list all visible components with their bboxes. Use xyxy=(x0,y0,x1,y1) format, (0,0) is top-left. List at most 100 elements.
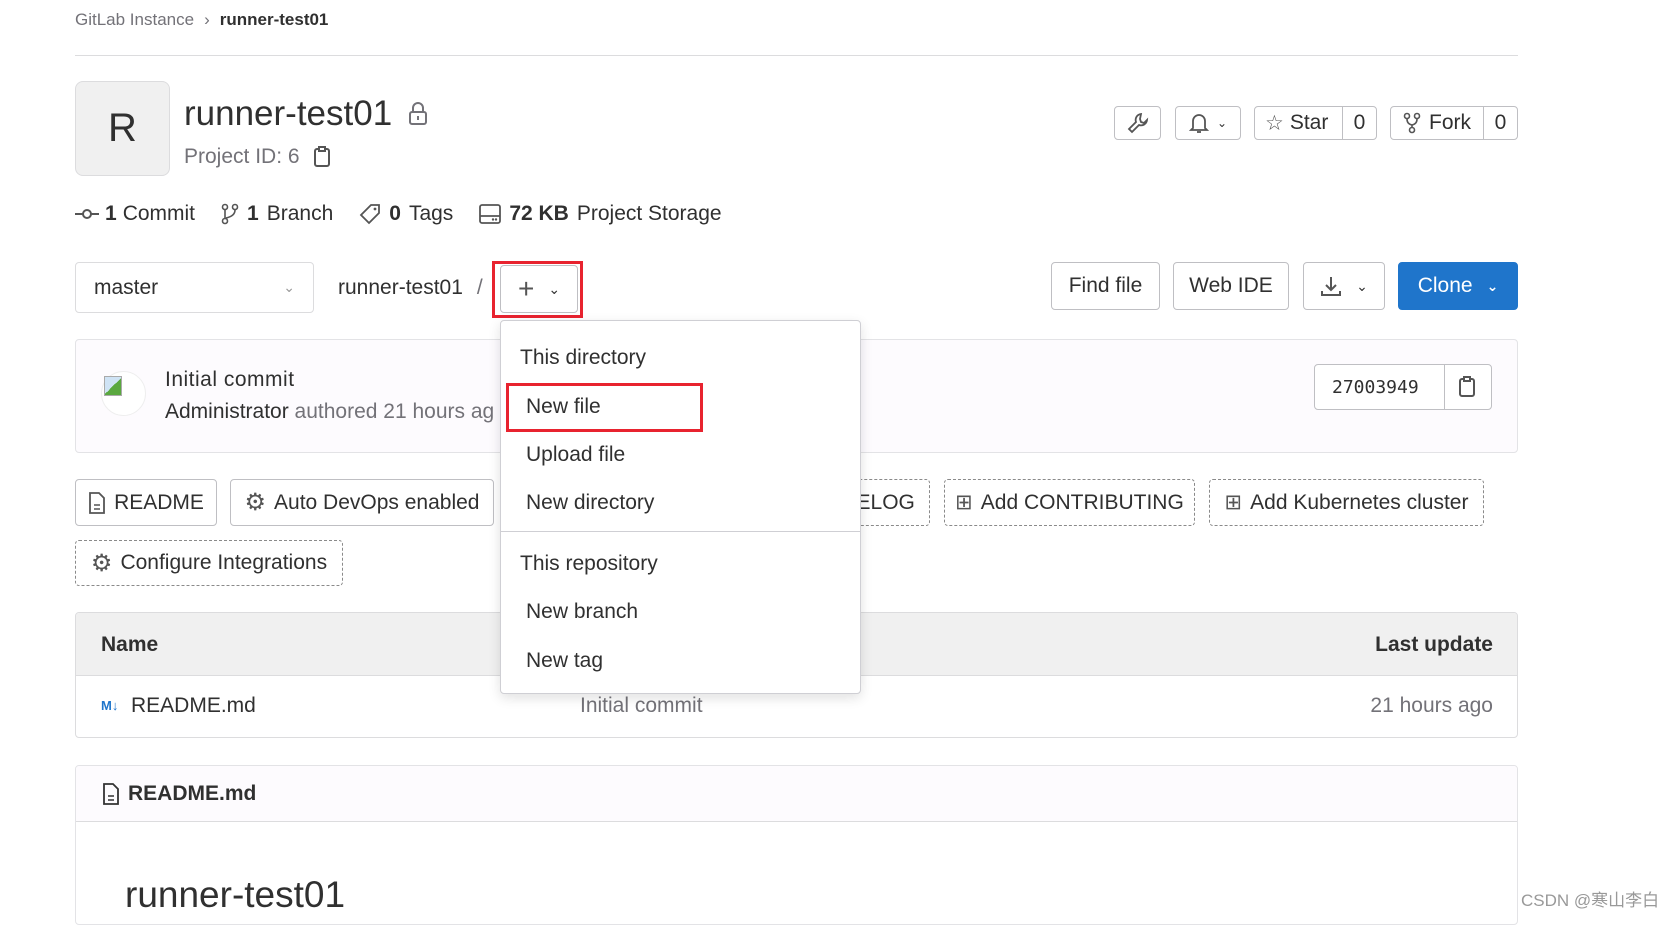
project-name: runner-test01 xyxy=(184,94,393,133)
commit-icon xyxy=(75,207,99,221)
breadcrumb-current[interactable]: runner-test01 xyxy=(220,10,329,30)
download-button[interactable]: ⌄ xyxy=(1303,262,1385,310)
stat-label: Tags xyxy=(408,202,454,225)
star-button[interactable]: ☆ Star 0 xyxy=(1254,106,1377,140)
contributing-label: Add CONTRIBUTING xyxy=(980,490,1184,514)
web-ide-label: Web IDE xyxy=(1189,274,1273,297)
readme-filename[interactable]: README.md xyxy=(128,782,256,806)
stat-label: Branch xyxy=(266,202,334,225)
gear-icon: ⚙ xyxy=(244,489,267,516)
fork-label: Fork xyxy=(1429,111,1471,134)
plus-square-icon: ⊞ xyxy=(1224,491,1243,514)
project-id: Project ID: 6 xyxy=(184,145,332,169)
branch-icon xyxy=(221,203,239,225)
chevron-down-icon: ⌄ xyxy=(283,279,295,295)
file-name[interactable]: README.md xyxy=(131,694,256,718)
broken-image-icon xyxy=(104,376,122,396)
find-file-label: Find file xyxy=(1068,274,1143,297)
web-ide-button[interactable]: Web IDE xyxy=(1173,262,1289,310)
tag-icon xyxy=(359,203,381,225)
path-separator: / xyxy=(476,276,483,299)
commit-author[interactable]: Administrator xyxy=(165,400,289,423)
storage-icon xyxy=(479,204,502,224)
kubernetes-label: Add Kubernetes cluster xyxy=(1250,490,1469,514)
readme-heading: runner-test01 xyxy=(125,874,346,915)
project-stats: 1 Commit 1 Branch 0 Tags 72 KB Project Stora… xyxy=(75,202,722,226)
sha-text: 27003949 xyxy=(1332,376,1419,398)
stat-branches[interactable]: 1 Branch xyxy=(221,202,333,226)
dropdown-divider xyxy=(501,531,860,532)
commit-meta: Administrator authored 21 hours ag xyxy=(165,400,494,424)
highlight-box xyxy=(506,383,703,432)
stat-label: Project Storage xyxy=(576,202,722,225)
add-kubernetes-button[interactable]: ⊞ Add Kubernetes cluster xyxy=(1209,479,1484,526)
readme-panel: README.md runner-test01 xyxy=(75,765,1518,925)
breadcrumb: GitLab Instance › runner-test01 xyxy=(75,10,328,30)
bell-icon xyxy=(1188,112,1209,134)
author-avatar[interactable] xyxy=(101,371,146,416)
commit-sha[interactable]: 27003949 xyxy=(1314,364,1492,410)
dropdown-section-header: This repository xyxy=(520,552,658,575)
find-file-button[interactable]: Find file xyxy=(1051,262,1160,310)
branch-selector[interactable]: master ⌄ xyxy=(75,262,314,313)
copy-icon[interactable] xyxy=(313,146,332,168)
stat-number: 1 xyxy=(105,202,117,225)
project-title: runner-test01 xyxy=(184,94,428,134)
wrench-icon xyxy=(1127,112,1149,134)
menu-item-new-branch[interactable]: New branch xyxy=(526,600,638,624)
project-id-label: Project ID: 6 xyxy=(184,145,300,168)
commit-time: authored 21 hours ag xyxy=(294,400,495,423)
stat-tags[interactable]: 0 Tags xyxy=(359,202,453,226)
repo-path: runner-test01 / xyxy=(338,276,483,300)
stat-number: 72 KB xyxy=(509,202,569,225)
header-name: Name xyxy=(101,633,159,656)
file-commit[interactable]: Initial commit xyxy=(580,694,703,718)
markdown-icon: M↓ xyxy=(101,698,119,713)
chevron-down-icon: ⌄ xyxy=(1216,116,1228,130)
divider xyxy=(75,55,1518,56)
readme-label: README xyxy=(114,490,204,514)
integrations-label: Configure Integrations xyxy=(120,551,328,574)
fork-icon xyxy=(1403,112,1421,134)
path-root[interactable]: runner-test01 xyxy=(338,276,463,300)
menu-item-new-tag[interactable]: New tag xyxy=(526,649,603,673)
star-icon: ☆ xyxy=(1265,111,1284,135)
notification-button[interactable]: ⌄ xyxy=(1175,106,1241,140)
menu-item-new-directory[interactable]: New directory xyxy=(526,491,654,515)
settings-button[interactable] xyxy=(1114,106,1161,140)
copy-icon xyxy=(1459,376,1477,398)
add-dropdown-menu: This directory New file Upload file New … xyxy=(500,320,861,694)
stat-storage[interactable]: 72 KB Project Storage xyxy=(479,202,722,226)
add-contributing-button[interactable]: ⊞ Add CONTRIBUTING xyxy=(944,479,1195,526)
star-count[interactable]: 0 xyxy=(1342,107,1376,139)
clone-button[interactable]: Clone ⌄ xyxy=(1398,262,1518,310)
auto-devops-label: Auto DevOps enabled xyxy=(274,490,480,514)
clone-label: Clone xyxy=(1417,274,1473,297)
readme-header: README.md xyxy=(76,766,1517,822)
fork-button[interactable]: Fork 0 xyxy=(1390,106,1518,140)
commit-title[interactable]: Initial commit xyxy=(165,368,295,392)
lock-icon xyxy=(408,102,428,126)
menu-item-upload-file[interactable]: Upload file xyxy=(526,443,625,467)
chevron-right-icon: › xyxy=(204,10,210,29)
stat-commits[interactable]: 1 Commit xyxy=(75,202,195,226)
dropdown-section-header: This directory xyxy=(520,346,647,369)
stat-number: 0 xyxy=(389,202,401,225)
plus-square-icon: ⊞ xyxy=(955,491,973,514)
header-last-update: Last update xyxy=(1375,633,1493,656)
highlight-box xyxy=(492,261,583,318)
file-updated: 21 hours ago xyxy=(1370,694,1493,717)
file-icon xyxy=(102,782,120,805)
stat-number: 1 xyxy=(247,202,259,225)
stat-label: Commit xyxy=(122,202,196,225)
readme-button[interactable]: README xyxy=(75,479,217,526)
fork-count[interactable]: 0 xyxy=(1483,107,1517,139)
copy-sha-button[interactable] xyxy=(1444,365,1491,409)
chevron-down-icon: ⌄ xyxy=(1486,277,1499,294)
download-icon xyxy=(1320,275,1342,297)
auto-devops-button[interactable]: ⚙ Auto DevOps enabled xyxy=(230,479,494,526)
gear-icon: ⚙ xyxy=(90,549,113,577)
breadcrumb-parent[interactable]: GitLab Instance xyxy=(75,10,194,30)
chevron-down-icon: ⌄ xyxy=(1356,277,1368,294)
configure-integrations-button[interactable]: ⚙ Configure Integrations xyxy=(75,540,343,586)
